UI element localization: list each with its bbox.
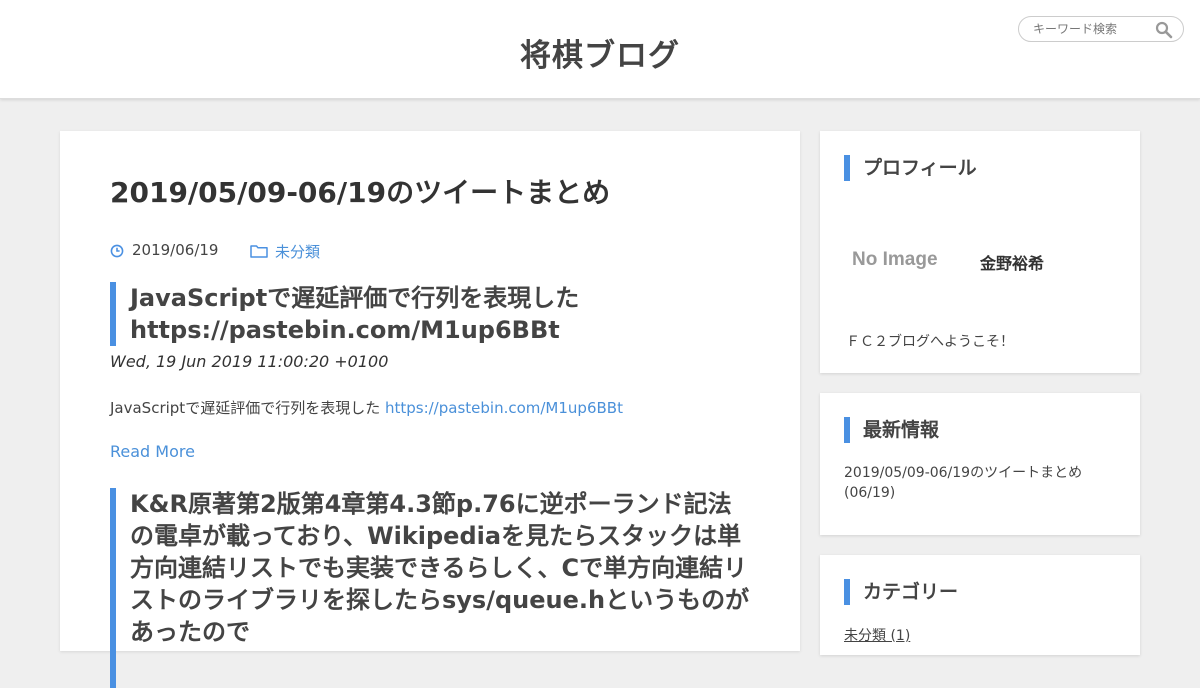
- profile-avatar: No Image: [852, 249, 938, 270]
- search-icon[interactable]: [1155, 21, 1173, 39]
- category-item[interactable]: 未分類 (1): [844, 625, 910, 645]
- clock-icon: [110, 244, 124, 258]
- search-box: [1018, 16, 1184, 42]
- category-heading: カテゴリー: [844, 579, 958, 605]
- profile-text: ＦＣ２ブログへようこそ！: [846, 334, 1014, 350]
- tweet-heading: JavaScriptで遅延評価で行列を表現した https://pastebin…: [110, 282, 750, 346]
- latest-heading: 最新情報: [844, 417, 939, 443]
- profile-name: 金野裕希: [980, 254, 1045, 273]
- latest-entry-link[interactable]: 2019/05/09-06/19のツイートまとめ (06/19): [844, 463, 1124, 503]
- post-date-text: 2019/06/19: [132, 241, 219, 259]
- profile-widget: プロフィール No Image 金野裕希 ＦＣ２ブログへようこそ！: [820, 131, 1140, 373]
- latest-widget: 最新情報 2019/05/09-06/19のツイートまとめ (06/19): [820, 393, 1140, 535]
- folder-icon: [250, 245, 268, 258]
- tweet-date: Wed, 19 Jun 2019 11:00:20 +0100: [110, 352, 389, 371]
- read-more-link[interactable]: Read More: [110, 442, 195, 461]
- main-content: 2019/05/09-06/19のツイートまとめ 2019/06/19 未分類 …: [60, 131, 800, 688]
- category-widget: カテゴリー 未分類 (1): [820, 555, 1140, 655]
- tweet-body: JavaScriptで遅延評価で行列を表現した https://pastebin…: [110, 397, 623, 418]
- no-image-text: No Image: [852, 249, 938, 270]
- article-title: 2019/05/09-06/19のツイートまとめ: [110, 176, 611, 209]
- site-header: 将棋ブログ: [0, 0, 1200, 99]
- post-category-link[interactable]: 未分類: [275, 241, 320, 262]
- tweet-body-link[interactable]: https://pastebin.com/M1up6BBt: [385, 399, 623, 417]
- tweet-heading: K&R原著第2版第4章第4.3節p.76に逆ポーランド記法の電卓が載っており、W…: [110, 488, 750, 688]
- search-input[interactable]: [1033, 20, 1153, 38]
- profile-heading: プロフィール: [844, 155, 977, 181]
- tweet-body-text: JavaScriptで遅延評価で行列を表現した: [110, 399, 385, 417]
